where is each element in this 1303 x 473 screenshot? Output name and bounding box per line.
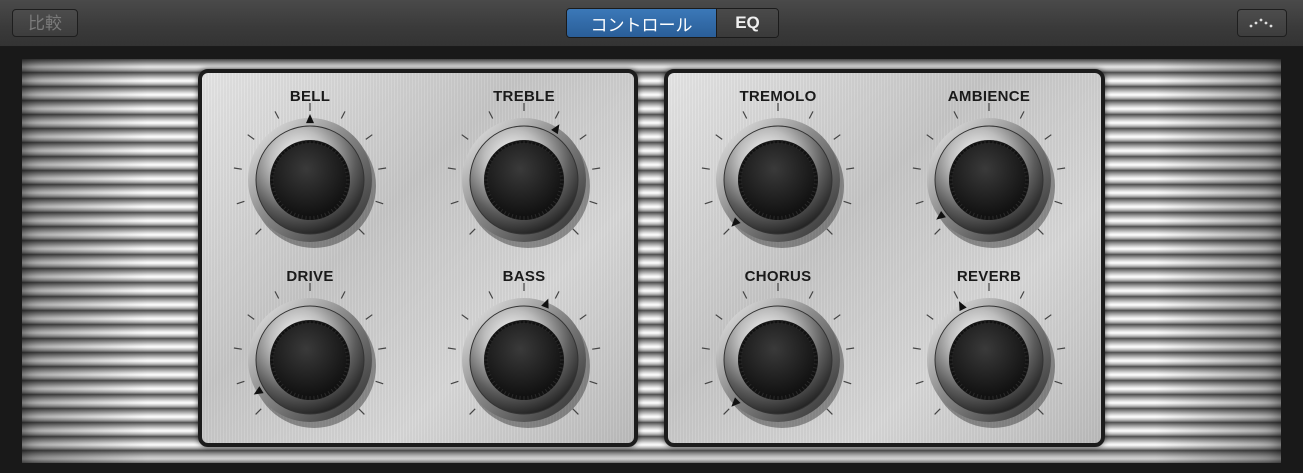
knob-treble[interactable] bbox=[439, 95, 609, 265]
knob-tremolo[interactable] bbox=[693, 95, 863, 265]
view-tabs: コントロール EQ bbox=[566, 8, 779, 38]
header-bar: 比較 コントロール EQ bbox=[0, 0, 1303, 47]
tab-controls[interactable]: コントロール bbox=[567, 9, 716, 37]
knob-chorus[interactable] bbox=[693, 275, 863, 445]
tab-eq[interactable]: EQ bbox=[716, 9, 778, 37]
knob-drive[interactable] bbox=[225, 275, 395, 445]
compare-button[interactable]: 比較 bbox=[12, 9, 78, 37]
knob-reverb[interactable] bbox=[904, 275, 1074, 445]
knob-ambience[interactable] bbox=[904, 95, 1074, 265]
dots-menu-icon bbox=[1249, 18, 1273, 28]
amp-panel bbox=[0, 47, 1303, 473]
view-menu-button[interactable] bbox=[1237, 9, 1287, 37]
knob-bass[interactable] bbox=[439, 275, 609, 445]
knob-bell[interactable] bbox=[225, 95, 395, 265]
